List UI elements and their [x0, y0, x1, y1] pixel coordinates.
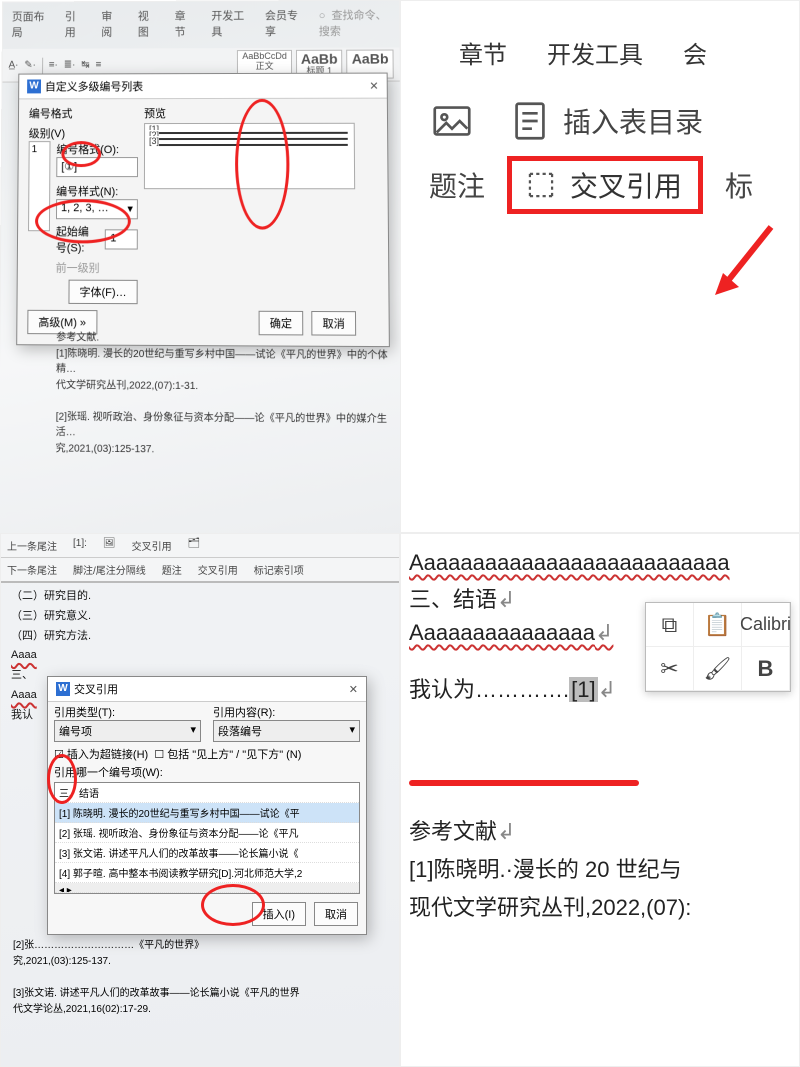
mark-index-icon[interactable]: 🗂: [188, 538, 201, 553]
cancel-button[interactable]: 取消: [314, 902, 358, 926]
list-item[interactable]: [3] 张文诺. 讲述平凡人们的改革故事——论长篇小说《: [55, 843, 359, 863]
tab[interactable]: 页面布局: [9, 8, 48, 45]
paste-icon[interactable]: 📋: [694, 603, 742, 647]
insert-toc-button[interactable]: 交叉引用: [132, 538, 172, 553]
ribbon-tabs: 章节 开发工具 会: [411, 25, 799, 98]
dialog-custom-multilevel-list: W 自定义多级编号列表 ✕ 编号格式 级别(V) 1 编号格式(O): [①] 编号…: [16, 73, 390, 348]
highlight-icon[interactable]: ✎·: [24, 60, 36, 71]
table-of-figures-icon: [507, 98, 553, 144]
panel-document-result: Aaaaaaaaaaaaaaaaaaaaaaaaaa 三、结语↲ Aaaaaaa…: [400, 533, 800, 1067]
panel-crossref-dialog-photo: 上一条尾注 [1]: 🖼 交叉引用 🗂 下一条尾注 脚注/尾注分隔线 题注 交叉…: [0, 533, 400, 1067]
list-icon[interactable]: ≡·: [49, 60, 58, 71]
panel-ribbon-crossref-zoom: 章节 开发工具 会 插入表目录 题注 交叉引用 标: [400, 0, 800, 533]
include-above-below-checkbox[interactable]: ☐ 包括 "见上方" / "见下方" (N): [154, 749, 301, 761]
close-icon[interactable]: ✕: [349, 683, 358, 696]
group-label-preview: 预览: [144, 105, 355, 121]
list-item[interactable]: [2] 张瑶. 视听政治、身份象征与资本分配——论《平凡: [55, 823, 359, 843]
font-name[interactable]: Calibri: [742, 603, 790, 647]
scrollbar[interactable]: ◂ ▸: [55, 883, 359, 893]
format-painter-icon[interactable]: 🖌: [694, 647, 742, 691]
indent-icon[interactable]: ↹: [81, 60, 89, 71]
preview-box: [144, 123, 355, 189]
numbering-icon[interactable]: ≣·: [64, 60, 76, 71]
reference-entry: 现代文学研究丛刊,2022,(07):: [409, 890, 799, 922]
tab[interactable]: 开发工具: [208, 7, 248, 44]
label-level: 级别(V): [29, 125, 138, 141]
ref-type-select[interactable]: 编号项▾: [54, 720, 201, 742]
tab-sections[interactable]: 章节: [459, 35, 507, 70]
label-number-format: 编号格式(O):: [56, 141, 138, 157]
reference-entry: [1]陈晓明.·漫长的 20 世纪与: [409, 852, 799, 884]
label-prev-level: 前一级别: [56, 259, 138, 275]
label-ref-type: 引用类型(T):: [54, 704, 201, 720]
list-item[interactable]: [1] 陈晓明. 漫长的20世纪与重写乡村中国——试论《平: [55, 803, 359, 823]
start-at-input[interactable]: 1: [105, 229, 138, 249]
align-icon[interactable]: ≡: [96, 60, 102, 71]
ref-content-select[interactable]: 段落编号▾: [213, 720, 360, 742]
insert-table-of-figures-button[interactable]: 插入表目录: [507, 98, 703, 144]
label-number-style: 编号样式(N):: [56, 183, 138, 199]
list-item[interactable]: [4] 郭子暄. 高中整本书阅读教学研究[D].河北师范大学,2: [55, 863, 359, 883]
tab[interactable]: 引用: [62, 8, 85, 45]
cross-reference-button[interactable]: 交叉引用: [507, 156, 703, 214]
dialog-title: 自定义多级编号列表: [45, 78, 143, 94]
insert-button[interactable]: 插入(I): [252, 902, 306, 926]
wps-logo-icon: W: [56, 682, 70, 696]
bold-button[interactable]: B: [742, 647, 790, 691]
inserted-cross-reference[interactable]: [1]: [569, 677, 597, 702]
document-text-below: [2]张…………………………《平凡的世界》 究,2021,(03):125-13…: [13, 938, 395, 1018]
label-start-at: 起始编号(S):: [56, 223, 100, 255]
body-text: Aaaaaaaaaaaaaaaaaaaaaaaaaa: [409, 550, 799, 576]
tab-member[interactable]: 会: [683, 35, 707, 70]
format-icon[interactable]: A̲·: [8, 60, 18, 71]
close-icon[interactable]: ✕: [369, 79, 378, 92]
footnote-number-icon: [1]:: [73, 538, 87, 553]
image-icon: [429, 98, 475, 144]
prev-endnote[interactable]: 上一条尾注: [7, 538, 57, 553]
caption-label[interactable]: 题注: [429, 156, 485, 214]
tab[interactable]: 章节: [172, 8, 195, 45]
cross-reference-icon: [522, 166, 560, 204]
mark-entry-label[interactable]: 标: [725, 156, 799, 214]
caption-button[interactable]: 题注: [162, 562, 182, 577]
number-format-input[interactable]: [①]: [56, 157, 138, 177]
font-button[interactable]: 字体(F)…: [68, 280, 137, 305]
annotation-arrow-icon: [711, 221, 781, 301]
context-mini-toolbar: ⧉ 📋 Calibri ✂ 🖌 B: [645, 602, 791, 692]
level-list[interactable]: 1: [28, 141, 50, 231]
ribbon-tabs: 页面布局 引用 审阅 视图 章节 开发工具 会员专享 ○ 查找命令、搜索: [3, 1, 400, 49]
mark-index-button[interactable]: 标记索引项: [254, 562, 304, 577]
ribbon-toolbar-row2: 下一条尾注 脚注/尾注分隔线 题注 交叉引用 标记索引项: [1, 558, 399, 583]
separator-button[interactable]: 脚注/尾注分隔线: [73, 562, 146, 577]
tab[interactable]: 视图: [135, 8, 158, 45]
dialog-cross-reference: W 交叉引用 ✕ 引用类型(T): 编号项▾ 引用内容(R): 段落编号▾ ☑ 插入…: [47, 676, 367, 935]
tab[interactable]: 审阅: [98, 8, 121, 45]
search-box[interactable]: ○ 查找命令、搜索: [316, 7, 394, 44]
label-ref-content: 引用内容(R):: [213, 704, 360, 720]
hyperlink-checkbox[interactable]: ☑ 插入为超链接(H): [54, 749, 148, 761]
insert-image-button[interactable]: [429, 98, 485, 144]
reference-items-list[interactable]: 三、结语 [1] 陈晓明. 漫长的20世纪与重写乡村中国——试论《平 [2] 张…: [54, 782, 360, 894]
cross-reference-button[interactable]: 交叉引用: [198, 562, 238, 577]
list-item[interactable]: 三、结语: [55, 783, 359, 803]
tab[interactable]: 会员专享: [262, 7, 302, 44]
document-body-text: 参考文献. [1]陈晓明. 漫长的20世纪与重写乡村中国——试论《平凡的世界》中…: [56, 330, 395, 459]
dialog-title: 交叉引用: [74, 681, 118, 697]
references-heading: 参考文献↲: [409, 814, 799, 846]
panel-numbering-dialog-photo: 页面布局 引用 审阅 视图 章节 开发工具 会员专享 ○ 查找命令、搜索 A̲·…: [0, 0, 405, 543]
number-style-select[interactable]: 1, 2, 3, …▾: [56, 199, 138, 219]
copy-icon[interactable]: ⧉: [646, 603, 694, 647]
tab-developer[interactable]: 开发工具: [547, 35, 643, 70]
annotation-underline: [409, 780, 639, 786]
next-endnote[interactable]: 下一条尾注: [7, 562, 57, 577]
image-icon[interactable]: 🖼: [103, 538, 116, 553]
cut-icon[interactable]: ✂: [646, 647, 694, 691]
wps-logo-icon: W: [27, 79, 41, 93]
group-label: 编号格式: [29, 105, 138, 121]
ribbon-toolbar: 上一条尾注 [1]: 🖼 交叉引用 🗂: [1, 534, 399, 558]
label-which-item: 引用哪一个编号项(W):: [48, 764, 366, 780]
